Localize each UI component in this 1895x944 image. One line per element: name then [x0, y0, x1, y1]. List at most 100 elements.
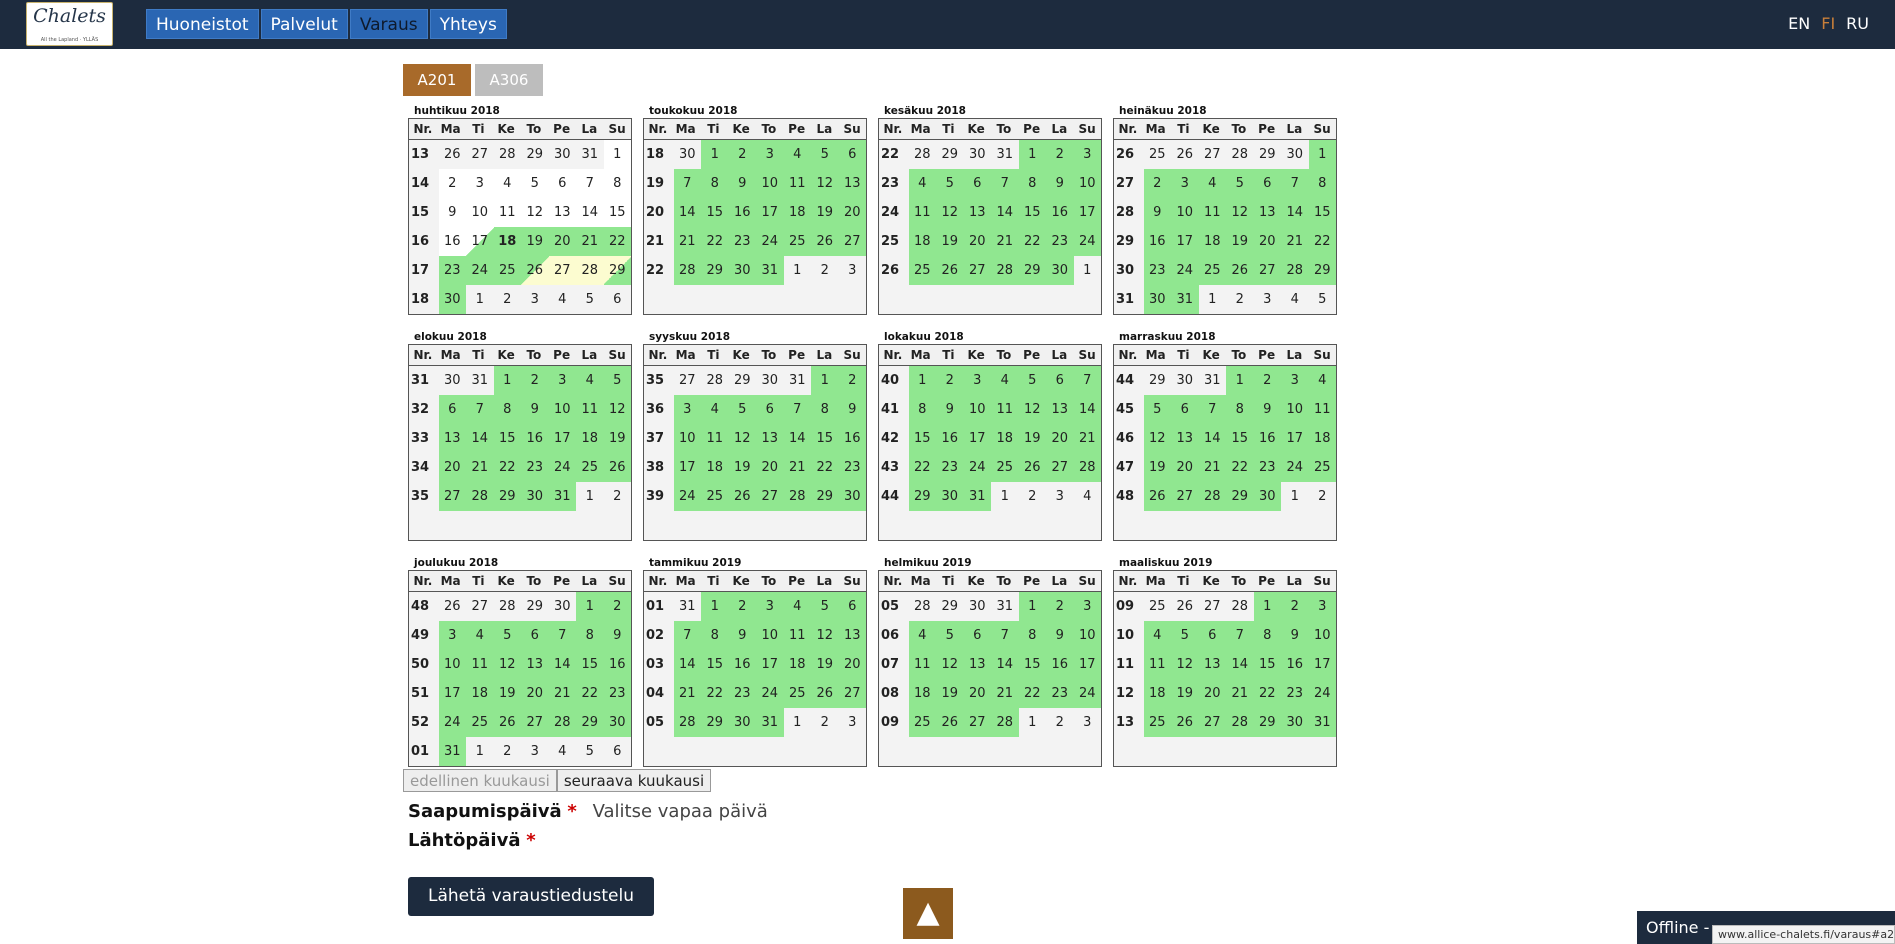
day-cell[interactable]: 13: [838, 621, 866, 650]
day-cell[interactable]: 12: [811, 169, 839, 198]
day-cell[interactable]: 25: [783, 679, 811, 708]
day-cell[interactable]: 11: [1308, 395, 1336, 424]
day-cell[interactable]: 30: [521, 482, 549, 511]
day-cell[interactable]: 21: [1281, 227, 1309, 256]
day-cell[interactable]: 27: [963, 708, 991, 737]
day-cell[interactable]: 26: [1171, 708, 1199, 737]
day-cell[interactable]: 13: [756, 424, 784, 453]
day-cell[interactable]: 24: [756, 679, 784, 708]
day-cell[interactable]: 4: [991, 366, 1019, 395]
day-cell[interactable]: 14: [783, 424, 811, 453]
day-cell[interactable]: 28: [548, 708, 576, 737]
day-cell[interactable]: 10: [548, 395, 576, 424]
day-cell[interactable]: 9: [838, 395, 866, 424]
day-cell[interactable]: 8: [1253, 621, 1281, 650]
lang-en[interactable]: EN: [1788, 14, 1810, 33]
day-cell[interactable]: 7: [1281, 169, 1309, 198]
day-cell[interactable]: 30: [838, 482, 866, 511]
day-cell[interactable]: 11: [991, 395, 1019, 424]
day-cell[interactable]: 20: [1171, 453, 1199, 482]
day-cell[interactable]: 13: [1171, 424, 1199, 453]
day-cell[interactable]: 5: [493, 621, 521, 650]
day-cell[interactable]: 26: [811, 679, 839, 708]
day-cell[interactable]: 13: [1198, 650, 1226, 679]
day-cell[interactable]: 1: [811, 366, 839, 395]
day-cell[interactable]: 8: [701, 169, 729, 198]
day-cell[interactable]: 14: [1226, 650, 1254, 679]
day-cell[interactable]: 4: [908, 169, 936, 198]
day-cell[interactable]: 13: [1253, 198, 1281, 227]
day-cell[interactable]: 29: [1018, 256, 1046, 285]
day-cell[interactable]: 20: [838, 198, 866, 227]
day-cell[interactable]: 25: [1308, 453, 1336, 482]
day-cell[interactable]: 6: [838, 140, 866, 169]
day-cell[interactable]: 6: [438, 395, 466, 424]
day-cell[interactable]: 23: [936, 453, 964, 482]
day-cell[interactable]: 1: [1226, 366, 1254, 395]
day-cell[interactable]: 10: [673, 424, 701, 453]
day-cell[interactable]: 29: [576, 708, 604, 737]
day-cell[interactable]: 16: [1143, 227, 1171, 256]
day-cell[interactable]: 2: [603, 592, 631, 621]
day-cell[interactable]: 22: [1226, 453, 1254, 482]
day-cell[interactable]: 6: [1253, 169, 1281, 198]
day-cell[interactable]: 7: [1198, 395, 1226, 424]
day-cell[interactable]: 16: [1046, 650, 1074, 679]
day-cell[interactable]: 22: [603, 227, 631, 256]
day-cell[interactable]: 26: [811, 227, 839, 256]
day-cell[interactable]: 21: [783, 453, 811, 482]
day-cell[interactable]: 14: [466, 424, 494, 453]
day-cell[interactable]: 25: [1143, 708, 1171, 737]
day-cell[interactable]: 8: [1226, 395, 1254, 424]
day-cell[interactable]: 7: [548, 621, 576, 650]
day-cell[interactable]: 15: [576, 650, 604, 679]
day-cell[interactable]: 19: [1143, 453, 1171, 482]
day-cell[interactable]: 12: [1143, 424, 1171, 453]
day-cell[interactable]: 16: [521, 424, 549, 453]
day-cell[interactable]: 17: [756, 650, 784, 679]
day-cell[interactable]: 16: [1253, 424, 1281, 453]
day-cell[interactable]: 11: [576, 395, 604, 424]
day-cell[interactable]: 22: [701, 227, 729, 256]
day-cell[interactable]: 27: [963, 256, 991, 285]
day-cell[interactable]: 25: [576, 453, 604, 482]
day-cell[interactable]: 27: [838, 227, 866, 256]
day-cell[interactable]: 13: [521, 650, 549, 679]
day-cell[interactable]: 23: [603, 679, 631, 708]
day-cell[interactable]: 19: [811, 650, 839, 679]
day-cell[interactable]: 26: [1226, 256, 1254, 285]
day-cell[interactable]: 16: [1046, 198, 1074, 227]
day-cell[interactable]: 12: [811, 621, 839, 650]
day-cell[interactable]: 23: [1143, 256, 1171, 285]
day-cell[interactable]: 28: [1281, 256, 1309, 285]
day-cell[interactable]: 25: [701, 482, 729, 511]
day-cell[interactable]: 25: [908, 708, 936, 737]
day-cell[interactable]: 24: [548, 453, 576, 482]
day-cell[interactable]: 22: [1253, 679, 1281, 708]
day-cell[interactable]: 1: [1253, 592, 1281, 621]
day-cell[interactable]: 20: [963, 679, 991, 708]
day-cell[interactable]: 29: [701, 256, 729, 285]
day-cell[interactable]: 23: [1281, 679, 1309, 708]
day-cell[interactable]: 24: [438, 708, 466, 737]
day-cell[interactable]: 23: [1253, 453, 1281, 482]
day-cell[interactable]: 4: [466, 621, 494, 650]
day-cell[interactable]: 30: [1046, 256, 1074, 285]
day-cell[interactable]: 19: [493, 679, 521, 708]
day-cell[interactable]: 19: [728, 453, 756, 482]
day-cell[interactable]: 31: [963, 482, 991, 511]
day-cell[interactable]: 22: [1018, 679, 1046, 708]
day-cell[interactable]: 21: [1226, 679, 1254, 708]
site-logo[interactable]: Chalets All the Lapland · YLLÄS: [26, 2, 113, 46]
day-cell[interactable]: 28: [673, 256, 701, 285]
day-cell[interactable]: 15: [1018, 650, 1046, 679]
day-cell[interactable]: 19: [521, 227, 549, 256]
day-cell[interactable]: 8: [1308, 169, 1336, 198]
day-cell[interactable]: 18: [783, 198, 811, 227]
day-cell[interactable]: 31: [756, 256, 784, 285]
day-cell[interactable]: 23: [1046, 679, 1074, 708]
day-cell[interactable]: 2: [838, 366, 866, 395]
day-cell[interactable]: 28: [1226, 708, 1254, 737]
day-cell[interactable]: 16: [603, 650, 631, 679]
lang-fi[interactable]: FI: [1821, 14, 1835, 33]
